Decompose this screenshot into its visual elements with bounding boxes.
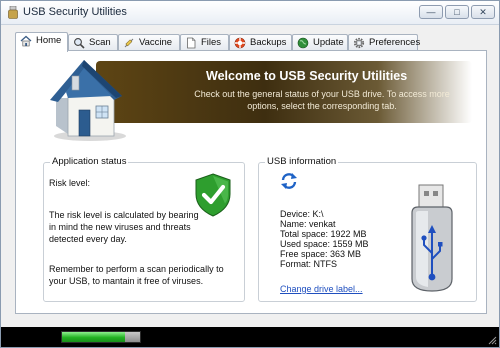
tab-vaccine[interactable]: Vaccine [118,34,180,51]
tab-scan[interactable]: Scan [68,34,118,51]
status-bar [1,327,499,347]
usb-app-icon [8,6,18,19]
resize-grip-icon[interactable] [487,335,497,345]
home-panel: Welcome to USB Security Utilities Check … [15,50,487,314]
close-button[interactable]: ✕ [471,5,495,19]
change-drive-label-link[interactable]: Change drive label... [280,283,400,295]
tab-files[interactable]: Files [180,34,229,51]
minimize-button[interactable]: — [419,5,443,19]
tab-preferences-label: Preferences [369,37,421,48]
banner-title: Welcome to USB Security Utilities [206,69,408,83]
usb-drive-icon [411,184,453,292]
usb-format: Format: NTFS [280,259,338,269]
magnifier-icon [74,38,85,49]
progress-remaining [125,332,140,342]
welcome-banner: Welcome to USB Security Utilities Check … [96,61,472,123]
maximize-button[interactable]: □ [445,5,469,19]
tab-scan-label: Scan [89,37,111,48]
tab-backups-label: Backups [250,37,287,48]
risk-description: The risk level is calculated by bearing … [49,210,199,244]
scan-reminder: Remember to perform a scan periodically … [49,264,224,286]
title-bar[interactable]: USB Security Utilities — □ ✕ [1,1,499,25]
tab-vaccine-label: Vaccine [139,37,173,48]
tab-files-label: Files [201,37,222,48]
tab-update[interactable]: Update [292,34,348,51]
usb-information-title: USB information [265,156,339,167]
progress-bar [61,331,141,343]
shield-check-icon [195,173,231,217]
tab-preferences[interactable]: Preferences [348,34,421,51]
application-status-group: Application status Risk level: The risk … [43,156,245,302]
tab-home[interactable]: Home [15,32,68,52]
globe-icon [297,37,309,49]
refresh-icon[interactable] [280,172,298,190]
usb-information-group: USB information Device: K:\ Name: venkat… [258,156,477,302]
tab-update-label: Update [313,37,344,48]
house-icon [50,60,126,141]
gear-icon [353,37,365,49]
tab-backups[interactable]: Backups [229,34,292,51]
document-icon [187,37,196,49]
application-status-title: Application status [50,156,129,167]
window-title: USB Security Utilities [23,6,127,18]
banner-subtitle: Check out the general status of your USB… [194,89,450,111]
app-window: USB Security Utilities — □ ✕ Home Scan V… [0,0,500,348]
home-icon [20,35,32,47]
progress-fill [62,332,125,342]
tab-home-label: Home [36,35,62,46]
risk-level-label: Risk level: [49,178,91,188]
syringe-icon [124,38,134,48]
lifebuoy-icon [234,37,246,49]
